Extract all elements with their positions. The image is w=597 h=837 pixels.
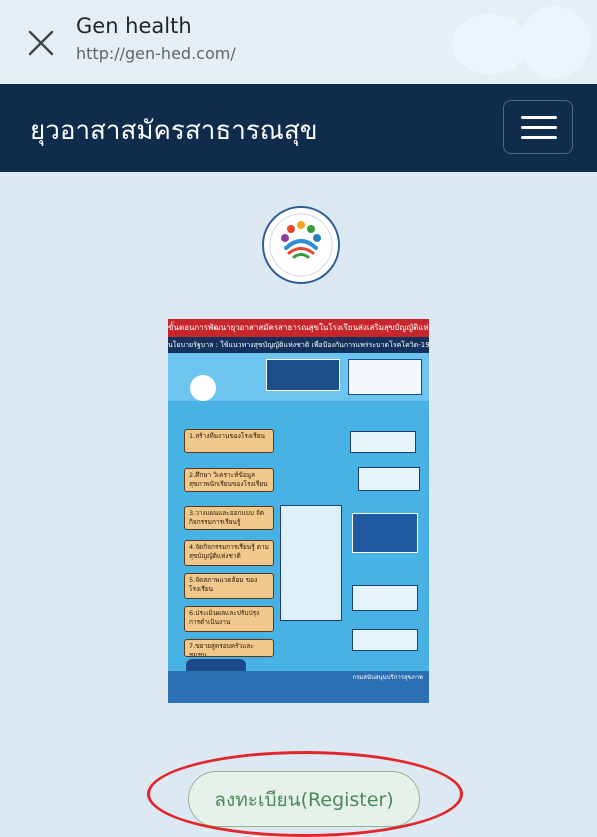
menu-toggle-button[interactable] [503, 100, 573, 154]
register-button[interactable]: ลงทะเบียน(Register) [188, 771, 420, 827]
poster-step: 2.ศึกษา วิเคราะห์ข้อมูล สุขภาพนักเรียนขอ… [184, 468, 274, 492]
poster-flow-box [352, 585, 418, 611]
poster-step: 3.วางแผนและออกแบบ จัดกิจกรรมการเรียนรู้ [184, 506, 274, 530]
poster-flow-box [350, 431, 416, 453]
poster-flow-box [358, 467, 420, 491]
poster-policy: นโยบายรัฐบาล : ใช้แนวทางสุขบัญญัติแห่งชา… [168, 337, 429, 353]
browser-header: Gen health http://gen-hed.com/ [0, 0, 597, 84]
poster-step: 6.ประเมินผลและปรับปรุง การดำเนินงาน [184, 606, 274, 632]
page-url: http://gen-hed.com/ [76, 44, 236, 63]
poster-title: ขั้นตอนการพัฒนายุวอาสาสมัครสาธารณสุขในโร… [168, 319, 429, 337]
page-title: Gen health [76, 14, 192, 38]
poster-flow-box [280, 505, 342, 621]
logo-icon [269, 213, 333, 277]
decorative-blob [452, 14, 528, 74]
poster-step: 5.จัดสภาพแวดล้อม ของโรงเรียน [184, 573, 274, 599]
poster-flow-box [352, 629, 418, 651]
poster-illustration [186, 659, 246, 671]
close-icon[interactable] [26, 28, 56, 58]
poster-step: 1.สร้างทีมงานของโรงเรียน [184, 429, 274, 453]
poster-banner-box [348, 359, 422, 395]
hamburger-icon-bar [521, 116, 557, 119]
poster-footer: กรมสนับสนุนบริการสุขภาพ [168, 671, 429, 703]
site-logo [262, 206, 340, 284]
poster-banner-box [266, 359, 340, 391]
poster-step: 7.ขยายสู่ครอบครัวและชุมชน [184, 639, 274, 657]
decorative-blob [520, 6, 590, 78]
hamburger-icon-bar [521, 136, 557, 139]
poster-emblem [190, 375, 216, 401]
hamburger-icon-bar [521, 126, 557, 129]
poster-step: 4.จัดกิจกรรมการเรียนรู้ ตามสุขบัญญัติแห่… [184, 540, 274, 566]
poster-flow-box [352, 513, 418, 553]
program-poster: ขั้นตอนการพัฒนายุวอาสาสมัครสาธารณสุขในโร… [168, 319, 429, 703]
site-brand[interactable]: ยุวอาสาสมัครสาธารณสุข [30, 110, 318, 151]
site-navbar: ยุวอาสาสมัครสาธารณสุข [0, 84, 597, 172]
